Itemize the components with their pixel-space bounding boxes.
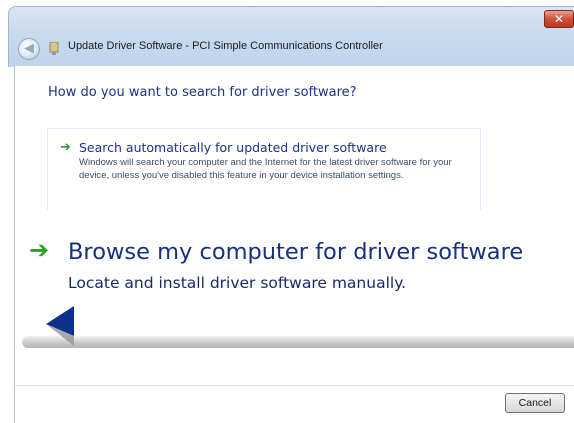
search-automatically-description: Windows will search your computer and th… <box>79 157 452 181</box>
back-arrow-icon: ◀ <box>24 41 34 56</box>
green-arrow-icon: ➔ <box>60 140 71 155</box>
nav-row: ◀ Update Driver Software - PCI Simple Co… <box>14 36 574 62</box>
page-heading: How do you want to search for driver sof… <box>48 85 357 100</box>
window-title: Update Driver Software - PCI Simple Comm… <box>68 40 383 52</box>
browse-computer-description: Locate and install driver software manua… <box>68 274 407 292</box>
search-automatically-title[interactable]: Search automatically for updated driver … <box>79 140 387 155</box>
green-arrow-icon: ➔ <box>29 236 50 264</box>
update-driver-window: ✕ ◀ Update Driver Software - PCI Simple … <box>0 0 574 423</box>
footer-separator <box>14 385 574 386</box>
magnifier-shadow-bar <box>22 336 574 348</box>
back-button[interactable]: ◀ <box>18 38 40 60</box>
close-button[interactable]: ✕ <box>544 10 574 28</box>
device-icon <box>49 42 59 55</box>
mouse-pointer-icon <box>46 306 74 346</box>
cancel-button[interactable]: Cancel <box>505 393 565 413</box>
browse-computer-title[interactable]: Browse my computer for driver software <box>68 239 523 265</box>
